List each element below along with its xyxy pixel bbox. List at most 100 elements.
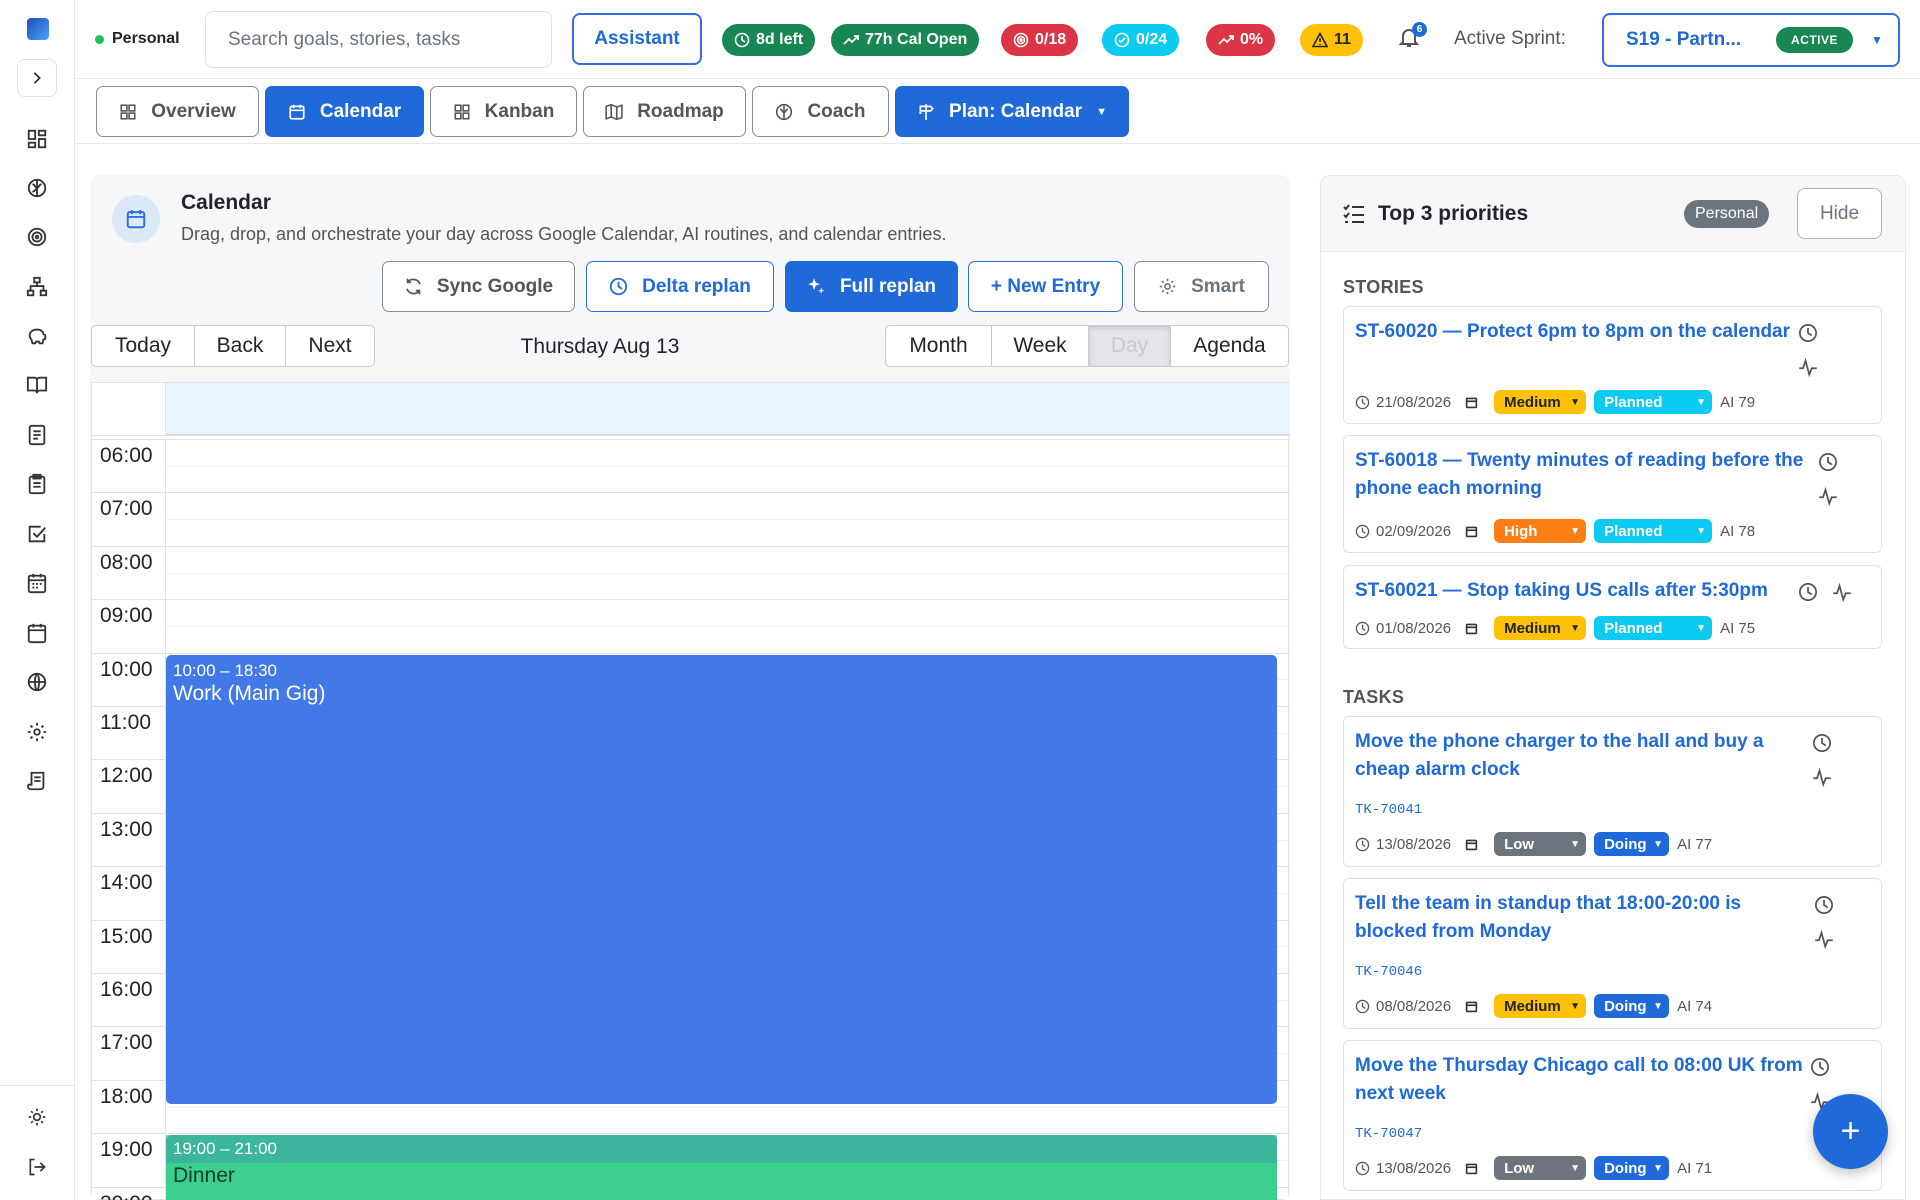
card-title[interactable]: ST-60021 — Stop taking US calls after 5:… [1355, 577, 1815, 605]
map-icon [605, 103, 623, 120]
sidebar-piggy-bank-icon[interactable] [22, 321, 52, 351]
story-card[interactable]: ST-60018 — Twenty minutes of reading bef… [1343, 435, 1882, 553]
new-entry-button[interactable]: + New Entry [968, 261, 1123, 312]
plan-calendar-dropdown[interactable]: Plan: Calendar ▼ [895, 86, 1129, 137]
clock-icon[interactable] [1798, 323, 1818, 343]
pill-label: 0% [1240, 31, 1264, 48]
story-card[interactable]: ST-60021 — Stop taking US calls after 5:… [1343, 565, 1882, 649]
status-select[interactable]: Doing ▼ [1594, 1156, 1670, 1180]
sidebar-target-icon[interactable] [22, 222, 52, 252]
priority-select[interactable]: Low ▼ [1494, 832, 1587, 856]
clock-icon[interactable] [1818, 452, 1838, 472]
calendar-icon[interactable] [1465, 525, 1478, 538]
add-fab-button[interactable]: + [1813, 1094, 1888, 1169]
activity-icon[interactable] [1814, 929, 1834, 949]
sync-google-button[interactable]: Sync Google [382, 261, 575, 312]
view-agenda-button[interactable]: Agenda [1170, 325, 1289, 367]
card-title[interactable]: Move the Thursday Chicago call to 08:00 … [1355, 1052, 1815, 1108]
tab-roadmap[interactable]: Roadmap [583, 86, 746, 137]
sidebar-notes-icon[interactable] [22, 420, 52, 450]
hour-label: 16:00 [100, 978, 153, 1001]
next-button[interactable]: Next [285, 325, 375, 367]
card-title[interactable]: ST-60020 — Protect 6pm to 8pm on the cal… [1355, 318, 1815, 346]
tab-kanban[interactable]: Kanban [430, 86, 577, 137]
priority-select[interactable]: Medium ▼ [1494, 390, 1587, 414]
today-button[interactable]: Today [91, 325, 195, 367]
priority-select[interactable]: Low ▼ [1494, 1156, 1587, 1180]
sidebar-calendar-icon[interactable] [22, 618, 52, 648]
smart-button[interactable]: Smart [1134, 261, 1269, 312]
activity-icon[interactable] [1812, 767, 1832, 787]
goals-pill[interactable]: 0/18 [1001, 24, 1079, 56]
priority-select[interactable]: Medium ▼ [1494, 616, 1587, 640]
card-title[interactable]: Move the phone charger to the hall and b… [1355, 728, 1815, 784]
hide-button[interactable]: Hide [1797, 188, 1882, 239]
sidebar-dashboard-icon[interactable] [22, 124, 52, 154]
status-select[interactable]: Planned ▼ [1594, 390, 1713, 414]
status-select[interactable]: Doing ▼ [1594, 832, 1670, 856]
priority-select[interactable]: High ▼ [1494, 519, 1587, 543]
calendar-icon[interactable] [1465, 838, 1478, 851]
clock-icon[interactable] [1798, 582, 1818, 602]
assistant-button[interactable]: Assistant [572, 13, 702, 65]
progress-pill[interactable]: 0% [1206, 24, 1276, 56]
calendar-icon[interactable] [1465, 622, 1478, 635]
sidebar-checkbox-icon[interactable] [22, 519, 52, 549]
all-day-row[interactable] [166, 383, 1290, 436]
search-input[interactable] [205, 11, 552, 68]
activity-icon[interactable] [1818, 486, 1838, 506]
view-day-button[interactable]: Day [1088, 325, 1171, 367]
task-card[interactable]: Move the phone charger to the hall and b… [1343, 716, 1882, 867]
warnings-pill[interactable]: 11 [1300, 24, 1363, 56]
sidebar-gear-icon[interactable] [22, 717, 52, 747]
notifications-button[interactable]: 6 [1397, 22, 1427, 54]
clock-icon[interactable] [1810, 1057, 1830, 1077]
status-select[interactable]: Planned ▼ [1594, 519, 1713, 543]
sidebar-calendar-grid-icon[interactable] [22, 568, 52, 598]
task-card[interactable]: Move the Thursday Chicago call to 08:00 … [1343, 1040, 1882, 1191]
persona-indicator[interactable]: Personal [95, 30, 180, 48]
clock-icon [1355, 621, 1370, 635]
view-week-button[interactable]: Week [991, 325, 1089, 367]
status-select[interactable]: Planned ▼ [1594, 616, 1713, 640]
calendar-event[interactable]: 10:00 – 18:30 Work (Main Gig) [166, 654, 1277, 1105]
calendar-icon[interactable] [1465, 1000, 1478, 1013]
priority-select[interactable]: Medium ▼ [1494, 994, 1587, 1018]
sidebar-scroll-icon[interactable] [22, 766, 52, 796]
status-select[interactable]: Doing ▼ [1594, 994, 1670, 1018]
view-month-button[interactable]: Month [885, 325, 992, 367]
tab-calendar[interactable]: Calendar [265, 86, 424, 137]
clock-icon[interactable] [1812, 733, 1832, 753]
sidebar-brain-icon[interactable] [22, 173, 52, 203]
delta-replan-button[interactable]: Delta replan [586, 261, 774, 312]
story-card[interactable]: ST-60020 — Protect 6pm to 8pm on the cal… [1343, 306, 1882, 424]
logout-icon[interactable] [22, 1152, 52, 1182]
theme-sun-icon[interactable] [22, 1102, 52, 1132]
sidebar-hierarchy-icon[interactable] [22, 272, 52, 302]
activity-icon[interactable] [1798, 357, 1818, 377]
days-left-pill[interactable]: 8d left [722, 24, 816, 56]
back-button[interactable]: Back [194, 325, 286, 367]
calendar-icon[interactable] [1465, 1162, 1478, 1175]
clock-icon[interactable] [1814, 895, 1834, 915]
day-grid[interactable]: 06:00 07:00 08:00 09:00 10:00 11:00 12:00 13:00… [91, 382, 1290, 1200]
activity-icon[interactable] [1832, 582, 1852, 602]
calendar-event[interactable]: 19:00 – 21:00 Dinner [166, 1135, 1277, 1200]
warning-icon [1312, 32, 1328, 48]
chevron-down-icon: ▼ [1570, 1000, 1581, 1012]
task-card[interactable]: Tell the team in standup that 18:00-20:0… [1343, 878, 1882, 1029]
sprint-select[interactable]: S19 - Partn... ACTIVE ▼ [1602, 13, 1900, 67]
sidebar-globe-icon[interactable] [22, 667, 52, 697]
card-title[interactable]: ST-60018 — Twenty minutes of reading bef… [1355, 447, 1815, 503]
calendar-icon[interactable] [1465, 396, 1478, 409]
app-logo[interactable] [27, 18, 49, 40]
full-replan-button[interactable]: Full replan [785, 261, 958, 312]
calendar-open-pill[interactable]: 77h Cal Open [831, 24, 980, 56]
tasks-pill[interactable]: 0/24 [1102, 24, 1180, 56]
tab-coach[interactable]: Coach [752, 86, 889, 137]
sidebar-expand-button[interactable] [17, 59, 57, 97]
sidebar-book-icon[interactable] [22, 370, 52, 400]
tab-overview[interactable]: Overview [96, 86, 259, 137]
card-title[interactable]: Tell the team in standup that 18:00-20:0… [1355, 890, 1815, 946]
sidebar-clipboard-icon[interactable] [22, 469, 52, 499]
